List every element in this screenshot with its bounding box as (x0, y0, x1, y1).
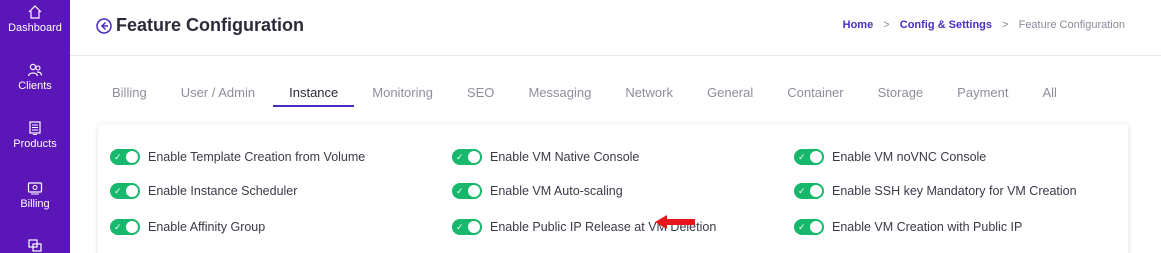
toggle-label: Enable VM Native Console (490, 150, 640, 164)
server-icon (29, 121, 41, 135)
tab-network[interactable]: Network (625, 85, 673, 100)
tab-bar: Billing User / Admin Instance Monitoring SEO… (112, 84, 1091, 110)
instance-scheduler-toggle[interactable]: ✓ (110, 183, 140, 199)
breadcrumb-current: Feature Configuration (1018, 19, 1125, 31)
toggle-label: Enable VM noVNC Console (832, 150, 987, 164)
toggle-row-vm-auto-scaling: ✓ Enable VM Auto-scaling (452, 181, 623, 201)
toggle-row-instance-scheduler: ✓ Enable Instance Scheduler (110, 181, 297, 201)
toggle-row-affinity-group: ✓ Enable Affinity Group (110, 217, 265, 237)
tab-monitoring[interactable]: Monitoring (372, 85, 433, 100)
tab-seo[interactable]: SEO (467, 85, 494, 100)
ssh-key-mandatory-toggle[interactable]: ✓ (794, 183, 824, 199)
tab-container[interactable]: Container (787, 85, 843, 100)
sidebar-item-clients[interactable]: Clients (0, 62, 70, 92)
toggle-label: Enable Instance Scheduler (148, 184, 298, 198)
sidebar-item-billing[interactable]: Billing (0, 180, 70, 210)
tab-storage[interactable]: Storage (878, 85, 924, 100)
users-icon (27, 63, 43, 77)
sidebar-item-label: Dashboard (8, 22, 62, 34)
check-icon: ✓ (456, 152, 464, 162)
tab-messaging[interactable]: Messaging (528, 85, 591, 100)
toggle-label: Enable Affinity Group (148, 220, 266, 234)
sidebar-item-label: Clients (18, 80, 52, 92)
sidebar-item-more[interactable] (0, 238, 70, 253)
tab-billing[interactable]: Billing (112, 85, 147, 100)
main-content: Billing User / Admin Instance Monitoring SEO… (70, 56, 1161, 253)
home-icon (28, 5, 42, 19)
toggle-row-template-creation: ✓ Enable Template Creation from Volume (110, 147, 365, 167)
toggle-label: Enable Template Creation from Volume (148, 150, 366, 164)
breadcrumb-config-settings[interactable]: Config & Settings (900, 19, 992, 31)
vm-creation-public-ip-toggle[interactable]: ✓ (794, 219, 824, 235)
sidebar: Dashboard Clients Products Billing (0, 0, 70, 253)
layers-icon (28, 239, 42, 252)
page-title: Feature Configuration (116, 15, 304, 35)
vm-novnc-console-toggle[interactable]: ✓ (794, 149, 824, 165)
breadcrumb: Home > Config & Settings > Feature Confi… (843, 19, 1125, 31)
tab-user-admin[interactable]: User / Admin (181, 85, 255, 100)
vm-native-console-toggle[interactable]: ✓ (452, 149, 482, 165)
breadcrumb-separator: > (883, 19, 890, 31)
check-icon: ✓ (114, 186, 122, 196)
check-icon: ✓ (798, 222, 806, 232)
sidebar-item-products[interactable]: Products (0, 120, 70, 150)
check-icon: ✓ (114, 222, 122, 232)
breadcrumb-separator: > (1002, 19, 1009, 31)
toggle-label: Enable SSH key Mandatory for VM Creation (832, 184, 1077, 198)
toggle-row-vm-native-console: ✓ Enable VM Native Console (452, 147, 639, 167)
toggle-row-vm-creation-public-ip: ✓ Enable VM Creation with Public IP (794, 217, 1022, 237)
toggle-row-ssh-key-mandatory: ✓ Enable SSH key Mandatory for VM Creati… (794, 181, 1077, 201)
red-arrow-icon (655, 215, 695, 229)
template-creation-toggle[interactable]: ✓ (110, 149, 140, 165)
sidebar-item-label: Billing (20, 198, 50, 210)
toggle-label: Enable VM Creation with Public IP (832, 220, 1023, 234)
toggle-label: Enable VM Auto-scaling (490, 184, 623, 198)
breadcrumb-home[interactable]: Home (843, 19, 874, 31)
check-icon: ✓ (456, 186, 464, 196)
tab-payment[interactable]: Payment (957, 85, 1008, 100)
check-icon: ✓ (456, 222, 464, 232)
feature-toggle-card: ✓ Enable Template Creation from Volume ✓… (98, 124, 1128, 253)
page-header: Feature Configuration Home > Config & Se… (70, 0, 1161, 56)
tab-instance[interactable]: Instance (273, 85, 355, 107)
public-ip-release-toggle[interactable]: ✓ (452, 219, 482, 235)
sidebar-item-label: Products (13, 138, 57, 150)
affinity-group-toggle[interactable]: ✓ (110, 219, 140, 235)
billing-icon (27, 182, 43, 195)
check-icon: ✓ (798, 186, 806, 196)
tab-general[interactable]: General (707, 85, 753, 100)
sidebar-item-dashboard[interactable]: Dashboard (0, 4, 70, 34)
check-icon: ✓ (114, 152, 122, 162)
check-icon: ✓ (798, 152, 806, 162)
back-arrow-icon[interactable] (96, 18, 112, 34)
vm-auto-scaling-toggle[interactable]: ✓ (452, 183, 482, 199)
tab-all[interactable]: All (1042, 85, 1056, 100)
toggle-row-vm-novnc-console: ✓ Enable VM noVNC Console (794, 147, 986, 167)
